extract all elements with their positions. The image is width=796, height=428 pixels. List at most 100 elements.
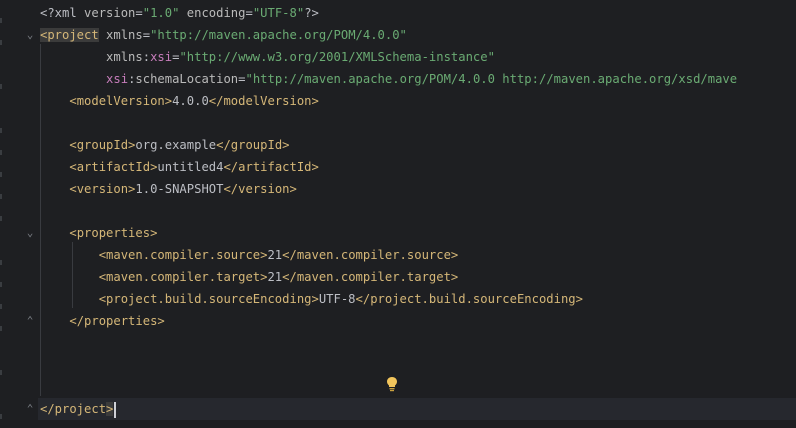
code-token: version [84,6,136,20]
code-token: "1.0" [142,6,180,20]
gutter-marker [0,414,2,419]
code-token: <modelVersion> [69,94,173,108]
code-token: 21 [267,248,283,262]
code-text: </project> [40,398,116,420]
code-line[interactable]: <maven.compiler.target>21</maven.compile… [38,266,796,288]
code-text: <groupId>org.example</groupId> [40,134,290,156]
code-line[interactable]: <properties> [38,222,796,244]
code-token: = [245,6,253,20]
code-token: </maven.compiler.source> [282,248,459,262]
code-token: schemaLocation [135,72,239,86]
code-token: 21 [267,270,283,284]
code-token: UTF-8 [318,292,356,306]
gutter-marker [0,172,2,177]
code-line[interactable]: <?xml version="1.0" encoding="UTF-8"?> [38,2,796,24]
code-token: "http://maven.apache.org/POM/4.0.0 http:… [245,72,738,86]
code-text: <project.build.sourceEncoding>UTF-8</pro… [40,288,583,310]
code-line[interactable]: <project xmlns="http://maven.apache.org/… [38,24,796,46]
code-line[interactable]: <project.build.sourceEncoding>UTF-8</pro… [38,288,796,310]
code-text: </properties> [40,310,165,332]
code-text: <artifactId>untitled4</artifactId> [40,156,319,178]
code-line[interactable]: <groupId>org.example</groupId> [38,134,796,156]
code-token: <groupId> [69,138,136,152]
code-text: <version>1.0-SNAPSHOT</version> [40,178,297,200]
code-token: <project.build.sourceEncoding> [98,292,319,306]
fold-toggle-icon[interactable]: ⌄ [24,227,36,239]
code-token: xsi [106,72,129,86]
code-token: </modelVersion> [208,94,319,108]
code-token: xmlns [106,28,143,42]
code-line[interactable]: <modelVersion>4.0.0</modelVersion> [38,90,796,112]
gutter-marker [0,150,2,155]
code-token: <artifactId> [69,160,158,174]
code-line[interactable]: xmlns:xsi="http://www.w3.org/2001/XMLSch… [38,46,796,68]
lightbulb-icon[interactable] [386,376,398,392]
code-token: xmlns [106,50,143,64]
code-line[interactable] [38,200,796,222]
code-token: > [106,402,114,416]
code-token: encoding [186,6,246,20]
gutter-marker [0,40,2,45]
code-token: <maven.compiler.source> [98,248,268,262]
code-line[interactable]: </project> [38,398,796,420]
code-text: <properties> [40,222,157,244]
gutter-marker [0,18,2,23]
gutter-marker [0,304,2,309]
code-token: = [135,6,143,20]
code-token: xsi [150,50,173,64]
code-token: </project [40,402,107,416]
line-gutter: ⌄ ⌄ ⌃ ⌃ [0,0,38,428]
code-token: <?xml [40,6,85,20]
gutter-marker [0,260,2,265]
code-line[interactable]: <maven.compiler.source>21</maven.compile… [38,244,796,266]
code-line[interactable] [38,112,796,134]
fold-toggle-icon[interactable]: ⌃ [24,315,36,327]
gutter-marker [0,370,2,375]
code-line[interactable]: <version>1.0-SNAPSHOT</version> [38,178,796,200]
code-token: "http://maven.apache.org/POM/4.0.0" [150,28,407,42]
gutter-marker [0,84,2,89]
code-token: = [142,28,151,42]
code-line[interactable] [38,332,796,354]
code-token: </groupId> [216,138,290,152]
code-token: </project.build.sourceEncoding> [355,292,583,306]
code-text: <modelVersion>4.0.0</modelVersion> [40,90,319,112]
gutter-marker [0,282,2,287]
code-text: <project xmlns="http://maven.apache.org/… [40,24,407,46]
text-caret [114,401,116,418]
code-line[interactable]: xsi:schemaLocation="http://maven.apache.… [38,68,796,90]
code-token: org.example [135,138,217,152]
code-editor[interactable]: <?xml version="1.0" encoding="UTF-8"?> <p… [38,0,796,428]
code-text: xmlns:xsi="http://www.w3.org/2001/XMLSch… [40,46,495,68]
code-token: 4.0.0 [172,94,209,108]
code-line[interactable] [38,354,796,376]
gutter-marker [0,128,2,133]
code-token: "http://www.w3.org/2001/XMLSchema-instan… [179,50,495,64]
code-text: <maven.compiler.target>21</maven.compile… [40,266,459,288]
code-token: </properties> [69,314,165,328]
code-token: 1.0-SNAPSHOT [135,182,224,196]
code-line[interactable]: <artifactId>untitled4</artifactId> [38,156,796,178]
code-line[interactable]: </properties> [38,310,796,332]
fold-toggle-icon[interactable]: ⌄ [24,29,36,41]
code-token: </maven.compiler.target> [282,270,459,284]
code-token: </version> [223,182,297,196]
code-token: : [142,50,151,64]
code-token: <version> [69,182,136,196]
gutter-marker [0,216,2,221]
code-line[interactable] [38,376,796,398]
gutter-marker [0,194,2,199]
code-token: "UTF-8" [252,6,305,20]
code-token: untitled4 [157,160,224,174]
fold-toggle-icon[interactable]: ⌃ [24,403,36,415]
code-token: <properties> [69,226,158,240]
code-token: ?> [304,6,319,20]
